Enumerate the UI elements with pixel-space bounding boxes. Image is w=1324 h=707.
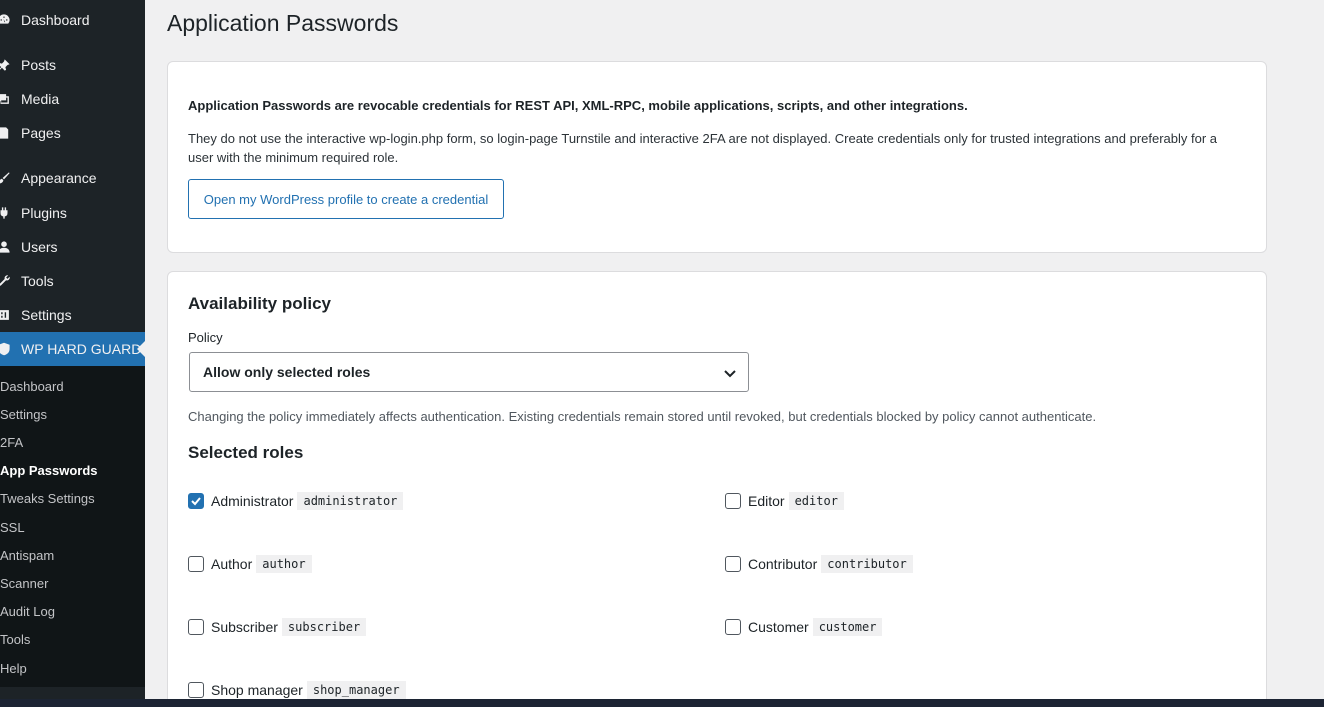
menu-label: Tools [21,273,54,289]
role-name: Subscriber [211,619,278,635]
role-name: Author [211,556,253,572]
pin-icon [0,58,11,72]
submenu-item-app-passwords[interactable]: App Passwords [0,463,98,478]
role-slug: administrator [297,492,404,510]
user-icon [0,240,11,254]
menu-label: Appearance [21,170,97,186]
submenu-item-ssl[interactable]: SSL [0,520,25,535]
plugin-icon [0,206,11,220]
menu-label: Users [21,239,58,255]
menu-label: Settings [21,307,72,323]
submenu-item-audit-log[interactable]: Audit Log [0,604,55,619]
submenu-item-settings[interactable]: Settings [0,407,47,422]
menu-item-posts[interactable]: Posts [0,48,145,82]
os-taskbar [0,699,1324,707]
pages-icon [0,126,11,140]
checkbox[interactable] [188,556,204,572]
submenu-item-tweaks-settings[interactable]: Tweaks Settings [0,491,95,506]
settings-icon [0,308,11,322]
menu-item-media[interactable]: Media [0,82,145,116]
policy-select-value: Allow only selected roles [203,364,371,380]
open-profile-button[interactable]: Open my WordPress profile to create a cr… [188,179,504,219]
checkbox[interactable] [188,682,204,698]
menu-item-plugins[interactable]: Plugins [0,196,145,230]
checkbox[interactable] [725,493,741,509]
role-slug: editor [788,492,844,510]
role-slug: subscriber [281,618,367,636]
role-name: Shop manager [211,682,303,698]
checkbox[interactable] [725,619,741,635]
menu-label: Posts [21,57,57,73]
checkbox[interactable] [725,556,741,572]
menu-label: Pages [21,125,61,141]
role-subscriber[interactable]: Subscriber subscriber [188,618,367,636]
policy-select[interactable]: Allow only selected roles [189,352,749,392]
policy-help-text: Changing the policy immediately affects … [188,409,1097,424]
role-slug: author [256,555,312,573]
role-administrator[interactable]: Administrator administrator [188,492,404,510]
role-contributor[interactable]: Contributor contributor [725,555,913,573]
menu-label: WP HARD GUARD [21,341,142,357]
submenu-item-tools[interactable]: Tools [0,632,30,647]
role-name: Administrator [211,493,294,509]
role-name: Editor [748,493,785,509]
wrench-icon [0,274,11,288]
role-slug: customer [812,618,883,636]
admin-sidebar: Dashboard Posts Media Pages Appearance P… [0,0,145,707]
dashboard-icon [0,13,11,27]
role-editor[interactable]: Editor editor [725,492,844,510]
role-name: Customer [748,619,809,635]
menu-item-tools[interactable]: Tools [0,264,145,298]
intro-heading: Application Passwords are revocable cred… [188,98,968,113]
brush-icon [0,171,11,185]
menu-label: Media [21,91,60,107]
policy-card: Availability policy Policy Allow only se… [167,271,1267,707]
submenu-item-help[interactable]: Help [0,661,27,676]
submenu-item-scanner[interactable]: Scanner [0,576,48,591]
submenu: Dashboard Settings 2FA App Passwords Twe… [0,366,145,687]
submenu-item-antispam[interactable]: Antispam [0,548,54,563]
role-name: Contributor [748,556,818,572]
policy-label: Policy [188,330,223,345]
page-title: Application Passwords [167,10,399,36]
role-author[interactable]: Author author [188,555,312,573]
menu-item-wp-hard-guard[interactable]: WP HARD GUARD [0,332,145,366]
role-slug: contributor [821,555,913,573]
selected-roles-title: Selected roles [188,443,304,462]
menu-item-pages[interactable]: Pages [0,116,145,150]
media-icon [0,92,11,106]
shield-icon [0,342,11,356]
role-shop-manager[interactable]: Shop manager shop_manager [188,681,406,699]
menu-label: Plugins [21,205,67,221]
menu-item-settings[interactable]: Settings [0,298,145,332]
intro-description: They do not use the interactive wp-login… [188,131,1218,165]
chevron-down-icon [724,370,736,378]
menu-item-dashboard[interactable]: Dashboard [0,3,145,37]
checkbox[interactable] [188,619,204,635]
checkbox-checked[interactable] [188,493,204,509]
menu-label: Dashboard [21,12,90,28]
intro-card: Application Passwords are revocable cred… [167,61,1267,253]
role-slug: shop_manager [306,681,406,699]
menu-item-users[interactable]: Users [0,230,145,264]
submenu-item-2fa[interactable]: 2FA [0,435,23,450]
submenu-item-dashboard[interactable]: Dashboard [0,379,64,394]
role-customer[interactable]: Customer customer [725,618,883,636]
availability-policy-title: Availability policy [188,294,331,313]
menu-item-appearance[interactable]: Appearance [0,161,145,195]
